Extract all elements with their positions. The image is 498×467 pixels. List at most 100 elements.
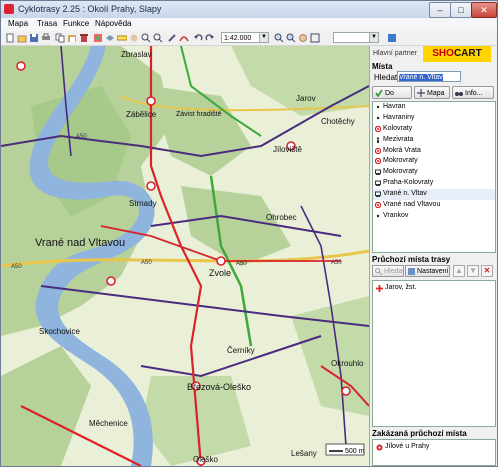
tool-icon[interactable] <box>167 33 177 43</box>
place-label: Mokrovraty <box>383 168 418 176</box>
map-label-ohrobec: Ohrobec <box>266 213 297 222</box>
undo-icon[interactable] <box>193 33 203 43</box>
trash-icon[interactable] <box>79 33 89 43</box>
waypoints-list[interactable]: Jarov, žst. <box>372 280 496 427</box>
to-route-button[interactable]: Do trasy <box>372 86 412 110</box>
zoom-in-map-icon[interactable] <box>274 33 284 43</box>
map-label-chotechy: Chotěchy <box>321 117 355 126</box>
place-item[interactable]: Havran <box>373 102 495 113</box>
place-item[interactable]: Kolovraty <box>373 124 495 135</box>
redo-icon[interactable] <box>205 33 215 43</box>
binoculars-icon <box>455 92 463 96</box>
map-label-vrane: Vrané nad Vltavou <box>35 237 125 249</box>
town-icon <box>375 147 381 154</box>
town-icon <box>375 202 381 209</box>
map-view[interactable]: 500 m Zbraslav Zábělice Závist hradiště … <box>1 46 370 466</box>
menu-funkce[interactable]: Funkce <box>63 19 89 28</box>
place-item[interactable]: Mezivrata <box>373 135 495 146</box>
road-label-a50: A50 <box>141 260 152 266</box>
road-label-a50: A50 <box>11 264 22 270</box>
town-icon <box>375 158 381 165</box>
place-label: Vrankov <box>383 211 409 219</box>
train-icon <box>375 180 381 187</box>
partner-label: Hlavní partner <box>373 50 417 57</box>
ruler-icon[interactable] <box>117 33 127 43</box>
minimize-button[interactable]: – <box>429 2 451 18</box>
new-icon[interactable] <box>5 33 15 43</box>
place-item[interactable]: Vrankov <box>373 211 495 222</box>
menu-napoveda[interactable]: Nápověda <box>95 19 131 28</box>
hand-icon[interactable] <box>129 33 139 43</box>
road-label-a50: A50 <box>331 260 342 266</box>
copy-icon[interactable] <box>55 33 65 43</box>
map-canvas[interactable]: 500 m Zbraslav Zábělice Závist hradiště … <box>1 46 369 466</box>
zoom-out-map-icon[interactable] <box>286 33 296 43</box>
road-label-a50: A50 <box>236 261 247 267</box>
scale-value: 1:42.000 <box>224 35 252 42</box>
map-label-okrouhlo: Okrouhlo <box>331 359 364 368</box>
map-label-zavist: Závist hradiště <box>176 111 222 118</box>
chevron-down-icon: ▼ <box>259 33 268 42</box>
hand-pan-icon[interactable] <box>298 33 308 43</box>
move-up-button[interactable]: ▲ <box>453 265 465 277</box>
route-icon[interactable] <box>179 33 189 43</box>
fit-icon[interactable] <box>310 33 320 43</box>
dot-icon <box>376 116 380 120</box>
place-label: Mezivrata <box>383 135 414 143</box>
measure-icon[interactable] <box>93 33 103 43</box>
settings-icon <box>408 268 415 275</box>
save-icon[interactable] <box>29 33 39 43</box>
map-label-strnady: Strnady <box>129 199 157 208</box>
waypoint-find-button[interactable]: Hledat <box>372 265 404 277</box>
paste-icon[interactable] <box>67 33 77 43</box>
check-icon <box>375 89 383 97</box>
places-title: Místa <box>372 62 393 71</box>
place-item[interactable]: Mokrovraty <box>373 156 495 167</box>
place-label: Mokrovraty <box>383 157 418 165</box>
layers-icon[interactable] <box>105 33 115 43</box>
scale-select[interactable]: 1:42.000 ▼ <box>221 32 269 43</box>
delete-button[interactable]: ✕ <box>481 265 493 277</box>
map-label-jiloviste: Jíloviště <box>273 145 302 154</box>
map-label-zvole: Zvole <box>209 268 231 278</box>
find-input[interactable]: Vrané n. Vltav <box>397 71 461 82</box>
delete-icon: ✕ <box>483 266 491 275</box>
forbidden-item[interactable]: Jílové u Prahy <box>375 443 429 451</box>
map-button[interactable]: Mapa <box>414 86 450 99</box>
shocart-logo[interactable]: SHOCART <box>423 46 491 62</box>
map-label-cerniky: Černíky <box>227 346 255 355</box>
place-item[interactable]: Mokrá Vrata <box>373 146 495 157</box>
zoom-out-icon[interactable] <box>141 33 151 43</box>
info-button[interactable]: Info... <box>452 86 494 99</box>
waypoint-settings-button[interactable]: Nastavení <box>405 265 450 277</box>
waypoint-item[interactable]: Jarov, žst. <box>375 284 416 292</box>
maximize-button[interactable]: □ <box>450 2 472 18</box>
menu-trasa[interactable]: Trasa <box>37 19 57 28</box>
forbidden-marker-icon <box>376 444 383 451</box>
place-item[interactable]: Havraniny <box>373 113 495 124</box>
menu-mapa[interactable]: Mapa <box>8 19 28 28</box>
close-button[interactable]: ✕ <box>471 2 497 18</box>
places-list[interactable]: Havran Havraniny Kolovraty Mezivrata Mokrá V… <box>372 101 496 253</box>
forbidden-title: Zakázaná průchozí místa <box>372 429 467 438</box>
dot-icon <box>376 105 380 109</box>
forbidden-list[interactable]: Jílové u Prahy <box>372 439 496 466</box>
find-label: Hledat <box>374 73 398 82</box>
open-icon[interactable] <box>17 33 27 43</box>
zoom-in-icon[interactable] <box>153 33 163 43</box>
toolbar: 1:42.000 ▼ ▼ <box>1 31 497 46</box>
place-label: Praha-Kolovraty <box>383 179 434 187</box>
place-item[interactable]: Vrané n. Vltav <box>373 189 495 201</box>
book-icon[interactable] <box>387 33 397 43</box>
cross-icon <box>376 285 383 292</box>
place-item[interactable]: Vrané nad Vltavou <box>373 200 495 211</box>
map-label-skochovice: Skochovice <box>39 327 80 336</box>
place-item[interactable]: Praha-Kolovraty <box>373 178 495 189</box>
arrow-up-icon: ▲ <box>455 266 463 275</box>
move-down-button[interactable]: ▼ <box>467 265 479 277</box>
place-item[interactable]: Mokrovraty <box>373 167 495 178</box>
chevron-down-icon: ▼ <box>369 33 378 42</box>
layer-select[interactable]: ▼ <box>333 32 379 43</box>
place-label: Mokrá Vrata <box>383 146 421 154</box>
print-icon[interactable] <box>41 33 51 43</box>
